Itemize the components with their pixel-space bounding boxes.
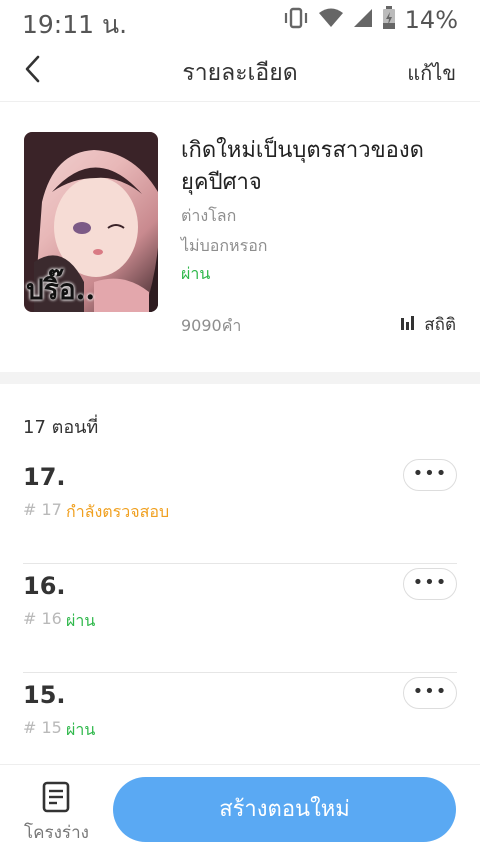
chapter-number: 15. [23,681,66,709]
chapter-hash: # 17 [23,500,62,519]
chapter-count: 17 ตอนที่ [23,417,99,438]
chapter-hash: # 15 [23,718,62,737]
book-category: ต่างโลก [181,206,237,225]
more-options-button[interactable]: ••• [403,677,457,709]
book-info: ปริ๊อ.. เกิดใหม่เป็นบุตรสาวของดยุคปีศาจ … [0,102,480,372]
bar-chart-icon [400,315,416,335]
chapter-status: ผ่าน [66,611,96,630]
draft-button[interactable]: โครงร่าง [18,779,94,845]
chapter-status: กำลังตรวจสอบ [66,502,170,521]
status-time: 19:11 น. [22,10,128,39]
word-count: 9090คำ [181,316,242,335]
nav-bar: รายละเอียด แก้ไข [0,40,480,102]
draft-label: โครงร่าง [24,823,89,843]
cover-caption: ปริ๊อ.. [26,273,96,306]
book-tag: ไม่บอกหรอก [181,236,268,255]
status-bar: 19:11 น. 14% [0,0,480,40]
book-cover[interactable]: ปริ๊อ.. [24,132,158,312]
book-status: ผ่าน [181,264,211,283]
edit-button[interactable]: แก้ไข [407,57,456,89]
wifi-icon [318,7,344,33]
battery-icon [382,6,396,34]
create-chapter-button[interactable]: สร้างตอนใหม่ [113,777,456,842]
document-list-icon [42,781,70,817]
chapter-number: 16. [23,572,66,600]
more-options-button[interactable]: ••• [403,459,457,491]
book-title: เกิดใหม่เป็นบุตรสาวของดยุคปีศาจ [181,138,424,195]
chapter-row[interactable]: 16. # 16 ผ่าน ••• [23,564,457,673]
section-separator [0,372,480,384]
chapter-row[interactable]: 17. # 17 กำลังตรวจสอบ ••• [23,455,457,564]
status-icons: 14% [283,6,458,34]
stats-button[interactable]: สถิติ [400,311,456,338]
vibrate-icon [283,7,309,33]
chapter-hash: # 16 [23,609,62,628]
bottom-bar: โครงร่าง สร้างตอนใหม่ [0,764,480,854]
stats-label: สถิติ [424,315,456,335]
more-options-button[interactable]: ••• [403,568,457,600]
chapter-number: 17. [23,463,66,491]
chapter-status: ผ่าน [66,720,96,739]
signal-icon [353,7,373,33]
battery-percent: 14% [404,6,458,34]
